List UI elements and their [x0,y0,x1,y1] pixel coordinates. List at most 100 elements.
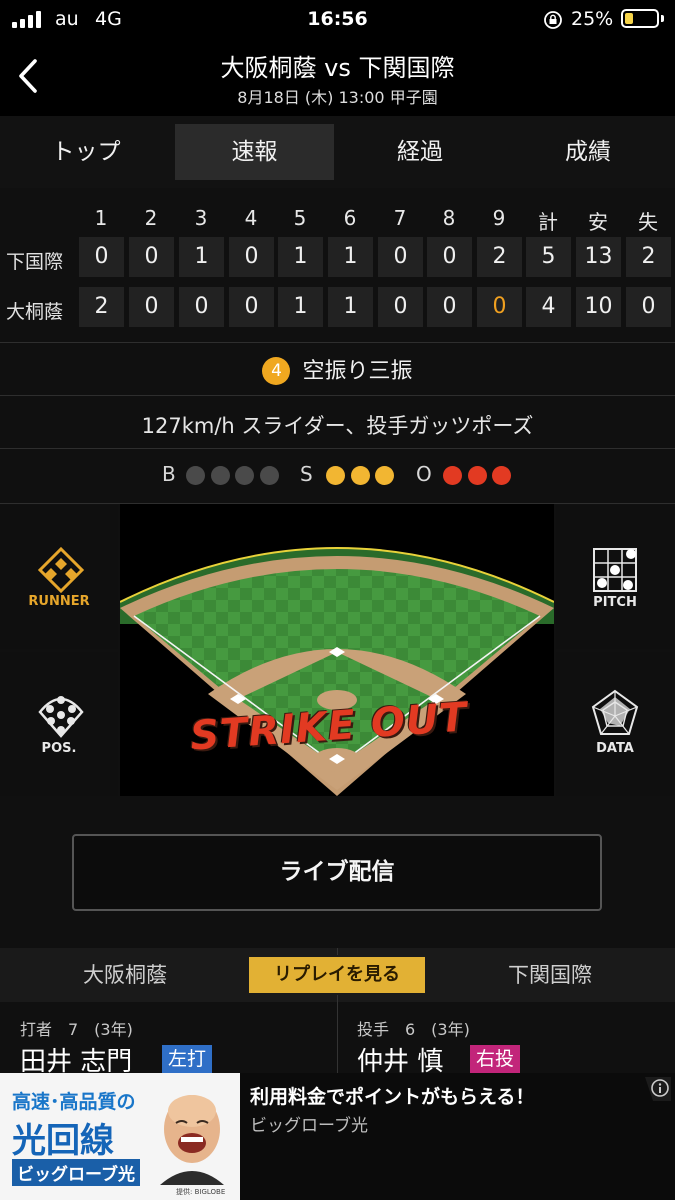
out-number-badge: 4 [262,357,291,385]
scoreboard-cell: 1 [278,237,323,277]
scoreboard-cell: 1 [328,287,373,327]
scoreboard-column-header: 失 [638,210,658,234]
pitcher-info: 投手 6 (3年) [357,1020,470,1039]
ad-spokesperson-image [152,1085,232,1185]
live-stream-button[interactable]: ライブ配信 [72,834,602,911]
ad-image-caption: 提供: BIGLOBE [176,1188,226,1196]
ad-image[interactable]: 高速･高品質の 光回線 ビッグローブ光 提供: BIGLOBE [0,1073,240,1200]
play-description: 127km/h スライダー、投手ガッツポーズ [141,414,534,438]
strike-dot [326,466,345,485]
scoreboard-column-header: 6 [343,206,357,230]
ad-image-line: ビッグローブ光 [12,1159,140,1186]
ball-dot [210,466,230,485]
scoreboard-column-header: 4 [244,206,258,230]
scoreboard-cell: 2 [79,287,124,327]
battery-tip [661,15,664,22]
data-label: DATA [596,741,634,756]
tab-team-osaka-toin[interactable]: 大阪桐蔭 [0,948,250,1002]
status-bar: au 4G 16:56 25% [0,0,675,40]
outs-label: O [416,462,432,486]
scoreboard-cell: 10 [576,287,621,327]
ball-dot [235,466,254,485]
ad-subtext: ビッグローブ光 [250,1116,368,1136]
scoreboard-cell: 5 [526,237,571,277]
runner-button[interactable]: RUNNER [0,505,118,649]
ball-dot [186,466,205,485]
divider [0,342,675,343]
scoreboard-column-header: 5 [293,206,307,230]
game-datetime: 8月18日 (木) 13:00 甲子園 [237,88,438,107]
runner-label: RUNNER [28,594,90,609]
divider [337,1002,338,1074]
strikes-label: S [300,462,313,486]
scoreboard-cell: 13 [576,237,621,277]
baseball-field [120,547,554,796]
tab-live[interactable]: 速報 [175,124,334,180]
ad-headline[interactable]: 利用料金でポイントがもらえる！ [250,1082,534,1109]
scoreboard-cell: 0 [129,287,174,327]
strike-dot [350,466,370,485]
page-title: 大阪桐蔭 vs 下関国際 [220,54,455,82]
divider [0,448,675,449]
scoreboard-cell: 0 [427,287,472,327]
data-button[interactable]: DATA [556,652,674,796]
tab-progress[interactable]: 経過 [340,124,500,180]
scoreboard-cell: 1 [328,237,373,277]
battery-level [625,13,633,24]
ad-image-line: 高速･高品質の [12,1091,136,1113]
balls-label: B [162,462,176,486]
scoreboard-cell: 2 [626,237,671,277]
runner-diamond-icon [37,546,85,594]
battery-icon [621,9,659,28]
out-dot [467,466,487,485]
pitch-button[interactable]: PITCH [556,505,674,649]
scoreboard-cell: 4 [526,287,571,327]
scoreboard-column-header: 7 [393,206,407,230]
tab-top[interactable]: トップ [6,124,166,180]
scoreboard-cell: 0 [378,287,423,327]
play-result: 4 空振り三振 [0,353,675,385]
scoreboard-cell: 0 [229,287,274,327]
scoreboard-cell: 0 [79,237,124,277]
scoreboard-cell: 1 [179,237,224,277]
scoreboard-cell: 0 [477,287,522,327]
play-result-label: 空振り三振 [302,359,413,384]
scoreboard-cell: 1 [278,287,323,327]
out-dot [443,466,462,485]
strike-dot [375,466,394,485]
scoreboard-column-header: 2 [144,206,158,230]
info-icon[interactable] [645,1077,671,1101]
scoreboard-cell: 0 [179,287,224,327]
scoreboard-column-header: 8 [442,206,456,230]
rotation-lock-icon [544,11,562,29]
tab-stats[interactable]: 成績 [508,124,668,180]
scoreboard-cell: 0 [427,237,472,277]
scoreboard-column-header: 計 [538,210,558,234]
radar-chart-icon [591,689,639,735]
replay-button[interactable]: リプレイを見る [247,955,427,995]
team-name-away: 下国際 [6,251,64,273]
pitcher-hand-badge: 右投 [470,1045,521,1073]
field-view: STRIKE OUT [120,504,554,796]
ball-dot [259,466,279,485]
scoreboard-cell: 0 [378,237,423,277]
tab-team-shimonoseki[interactable]: 下関国際 [425,948,675,1002]
batter-info: 打者 7 (3年) [20,1020,133,1039]
divider [0,395,675,396]
main-tabs: トップ 速報 経過 成績 [0,116,675,188]
scoreboard-column-header: 9 [492,206,506,230]
positions-label: POS. [41,741,77,756]
positions-icon [38,696,84,738]
scoreboard-cell: 0 [129,237,174,277]
scoreboard-column-header: 安 [588,210,608,234]
header: 大阪桐蔭 vs 下関国際 8月18日 (木) 13:00 甲子園 [0,40,675,116]
scoreboard-column-header: 3 [194,206,208,230]
scoreboard-cell: 2 [477,237,522,277]
positions-button[interactable]: POS. [0,652,118,796]
pitch-grid-icon [593,548,637,592]
team-name-home: 大桐蔭 [6,301,64,323]
out-dot [492,466,511,485]
scoreboard-cell: 0 [229,237,274,277]
ad-image-line: 光回線 [12,1121,114,1161]
battery-percent: 25% [571,8,614,30]
